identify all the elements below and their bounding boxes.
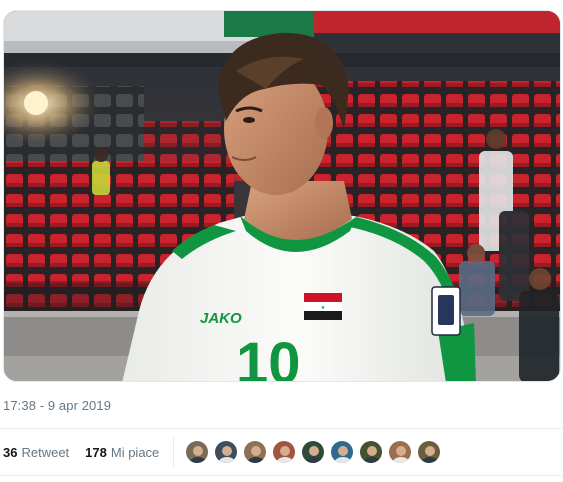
avatar[interactable]: [243, 440, 267, 464]
avatar[interactable]: [185, 440, 209, 464]
retweet-label: Retweet: [21, 444, 70, 460]
player-photo-image: JAKO ★ 10: [4, 11, 560, 382]
avatar[interactable]: [301, 440, 325, 464]
avatar[interactable]: [388, 440, 412, 464]
like-label: Mi piace: [110, 444, 160, 460]
avatar[interactable]: [359, 440, 383, 464]
svg-text:★: ★: [321, 305, 326, 311]
flag-icon: ★: [304, 293, 342, 320]
like-count-link[interactable]: 178 Mi piace: [85, 445, 159, 460]
avatar[interactable]: [214, 440, 238, 464]
retweet-count-link[interactable]: 36 Retweet: [3, 445, 69, 460]
liker-avatars: [185, 440, 446, 464]
like-count: 178: [85, 444, 107, 460]
avatar[interactable]: [330, 440, 354, 464]
avatar[interactable]: [272, 440, 296, 464]
tweet-stats: 36 Retweet 178 Mi piace: [3, 429, 563, 475]
retweet-count: 36: [3, 444, 18, 460]
jersey-brand: JAKO: [200, 310, 242, 327]
jersey-number: 10: [236, 331, 301, 382]
tweet-photo[interactable]: JAKO ★ 10: [3, 10, 561, 382]
stats-separator: [173, 437, 174, 467]
divider-bottom: [0, 475, 563, 476]
avatar[interactable]: [417, 440, 441, 464]
tweet-timestamp[interactable]: 17:38 - 9 apr 2019: [3, 398, 111, 413]
